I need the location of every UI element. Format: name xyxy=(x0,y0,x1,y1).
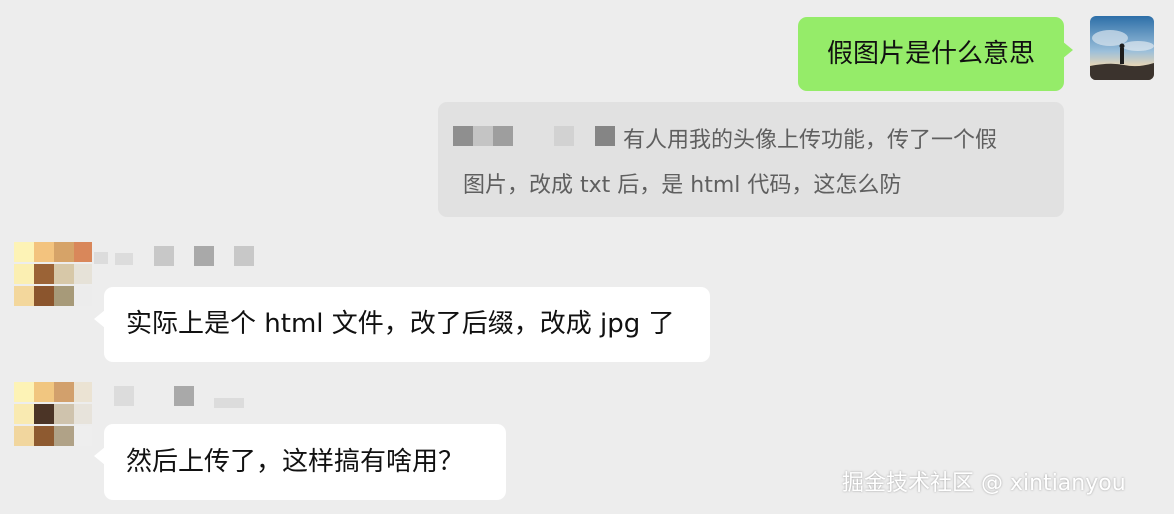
sender-avatar-pixelated[interactable] xyxy=(14,242,92,306)
quote-text-line-2: 图片，改成 txt 后，是 html 代码，这怎么防 xyxy=(463,173,902,198)
outgoing-message-text: 假图片是什么意思 xyxy=(826,39,1035,69)
incoming-message-bubble[interactable]: 然后上传了，这样搞有啥用？ xyxy=(104,424,506,500)
avatar-landscape-icon xyxy=(1090,16,1154,80)
incoming-bubble-tail xyxy=(94,310,105,328)
sender-avatar-pixelated[interactable] xyxy=(14,382,92,446)
sender-name-mosaic xyxy=(94,252,108,264)
incoming-message-text: 实际上是个 html 文件，改了后缀，改成 jpg 了 xyxy=(126,309,675,339)
watermark: 掘金技术社区 @ xintianyou xyxy=(842,471,1126,496)
quote-text-line-1: 有人用我的头像上传功能，传了一个假 xyxy=(623,128,998,153)
quoted-message[interactable] xyxy=(438,102,1064,217)
incoming-bubble-tail xyxy=(94,447,105,465)
outgoing-bubble-tail xyxy=(1062,41,1073,59)
incoming-message-bubble[interactable]: 实际上是个 html 文件，改了后缀，改成 jpg 了 xyxy=(104,287,710,362)
quote-sender-mosaic xyxy=(453,126,473,146)
incoming-message-text: 然后上传了，这样搞有啥用？ xyxy=(126,447,465,477)
outgoing-message-bubble[interactable]: 假图片是什么意思 xyxy=(798,17,1064,91)
my-avatar[interactable] xyxy=(1090,16,1154,80)
sender-name-mosaic xyxy=(114,386,134,406)
